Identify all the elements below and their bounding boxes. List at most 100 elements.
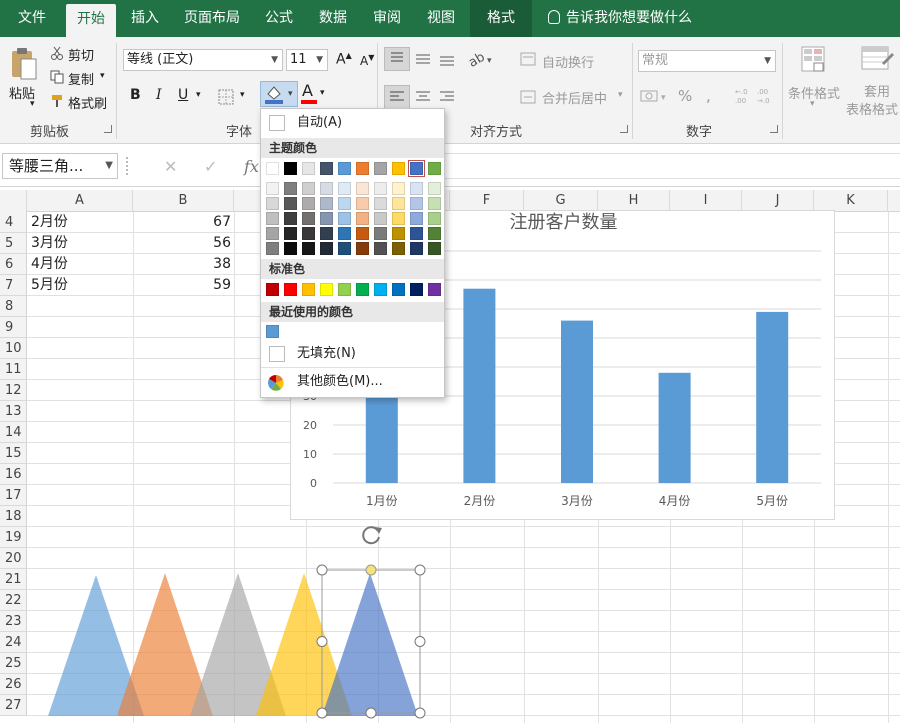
standard-color-swatch[interactable]: [374, 283, 387, 296]
tab-review[interactable]: 审阅: [362, 0, 412, 37]
tab-insert[interactable]: 插入: [120, 0, 170, 37]
fill-color-button[interactable]: ▾: [260, 81, 298, 107]
cell-b4[interactable]: 67: [133, 212, 231, 233]
wrap-text-button[interactable]: 自动换行: [542, 52, 594, 71]
theme-shade-swatch[interactable]: [320, 242, 333, 255]
underline-button[interactable]: U: [178, 87, 188, 103]
bottom-align-icon[interactable]: [436, 49, 458, 73]
left-align-icon[interactable]: [384, 85, 410, 109]
theme-shade-swatch[interactable]: [338, 227, 351, 240]
comma-style-button[interactable]: ,: [706, 87, 711, 105]
row-header-9[interactable]: 9: [0, 317, 27, 338]
row-header-12[interactable]: 12: [0, 380, 27, 401]
column-header-a[interactable]: A: [27, 190, 133, 212]
row-header-20[interactable]: 20: [0, 548, 27, 569]
theme-color-swatch[interactable]: [428, 162, 441, 175]
column-header-b[interactable]: B: [133, 190, 234, 212]
row-header-23[interactable]: 23: [0, 611, 27, 632]
row-header-8[interactable]: 8: [0, 296, 27, 317]
theme-color-swatch[interactable]: [302, 162, 315, 175]
column-header-i[interactable]: I: [670, 190, 742, 212]
row-header-6[interactable]: 6: [0, 254, 27, 275]
name-box[interactable]: 等腰三角... ▼: [2, 153, 118, 179]
row-header-7[interactable]: 7: [0, 275, 27, 296]
theme-shade-swatch[interactable]: [428, 227, 441, 240]
tab-page-layout[interactable]: 页面布局: [174, 0, 250, 37]
tab-file[interactable]: 文件: [4, 0, 60, 37]
theme-shade-swatch[interactable]: [320, 212, 333, 225]
theme-color-swatch[interactable]: [408, 160, 425, 177]
format-painter-button[interactable]: 格式刷: [68, 93, 107, 112]
theme-shade-swatch[interactable]: [428, 242, 441, 255]
standard-color-swatch[interactable]: [392, 283, 405, 296]
theme-color-swatch[interactable]: [338, 162, 351, 175]
standard-color-swatch[interactable]: [428, 283, 441, 296]
theme-color-swatch[interactable]: [392, 162, 405, 175]
row-header-22[interactable]: 22: [0, 590, 27, 611]
top-align-icon[interactable]: [384, 47, 410, 71]
theme-shade-swatch[interactable]: [266, 212, 279, 225]
cell-b6[interactable]: 38: [133, 254, 231, 275]
theme-color-swatch[interactable]: [284, 162, 297, 175]
theme-shade-swatch[interactable]: [428, 212, 441, 225]
bold-button[interactable]: B: [130, 87, 141, 103]
standard-color-swatch[interactable]: [320, 283, 333, 296]
theme-shade-swatch[interactable]: [266, 227, 279, 240]
merge-center-button[interactable]: 合并后居中: [542, 88, 607, 107]
theme-shade-swatch[interactable]: [410, 242, 423, 255]
theme-shade-swatch[interactable]: [374, 182, 387, 195]
column-header-f[interactable]: F: [450, 190, 524, 212]
tab-data[interactable]: 数据: [308, 0, 358, 37]
theme-shade-swatch[interactable]: [338, 197, 351, 210]
shrink-font-button[interactable]: A▼: [360, 53, 374, 68]
column-header-g[interactable]: G: [524, 190, 598, 212]
theme-shade-swatch[interactable]: [410, 227, 423, 240]
cell-b5[interactable]: 56: [133, 233, 231, 254]
insert-function-button[interactable]: fx: [244, 157, 259, 176]
standard-color-swatch[interactable]: [356, 283, 369, 296]
tab-formulas[interactable]: 公式: [254, 0, 304, 37]
theme-shade-swatch[interactable]: [302, 242, 315, 255]
row-header-21[interactable]: 21: [0, 569, 27, 590]
cell-a6[interactable]: 4月份: [31, 254, 68, 275]
theme-color-swatch[interactable]: [266, 162, 279, 175]
tell-me-box[interactable]: 告诉我你想要做什么: [548, 0, 692, 37]
paste-icon[interactable]: [10, 47, 38, 81]
merge-dropdown-icon[interactable]: ▾: [618, 90, 623, 100]
row-header-14[interactable]: 14: [0, 422, 27, 443]
row-header-18[interactable]: 18: [0, 506, 27, 527]
theme-shade-swatch[interactable]: [374, 197, 387, 210]
no-fill-item[interactable]: 无填充(N): [261, 342, 444, 366]
number-launcher-icon[interactable]: [770, 125, 778, 133]
theme-shade-swatch[interactable]: [428, 197, 441, 210]
theme-shade-swatch[interactable]: [392, 197, 405, 210]
theme-shade-swatch[interactable]: [356, 242, 369, 255]
font-size-select[interactable]: 11 ▼: [286, 49, 328, 71]
theme-shade-swatch[interactable]: [374, 242, 387, 255]
alignment-launcher-icon[interactable]: [620, 125, 628, 133]
column-header-h[interactable]: H: [598, 190, 670, 212]
enter-button[interactable]: ✓: [204, 157, 217, 176]
number-format-select[interactable]: 常规 ▼: [638, 50, 776, 72]
grow-font-button[interactable]: A▲: [336, 51, 352, 68]
currency-icon[interactable]: ▾: [640, 87, 670, 109]
theme-shade-swatch[interactable]: [284, 227, 297, 240]
italic-button[interactable]: I: [156, 87, 162, 103]
automatic-color-item[interactable]: 自动(A): [261, 111, 444, 135]
standard-color-swatch[interactable]: [302, 283, 315, 296]
font-name-select[interactable]: 等线 (正文) ▼: [123, 49, 283, 71]
format-as-table-label-1[interactable]: 套用: [864, 81, 890, 100]
theme-shade-swatch[interactable]: [428, 182, 441, 195]
column-header-k[interactable]: K: [814, 190, 888, 212]
clipboard-launcher-icon[interactable]: [104, 125, 112, 133]
theme-shade-swatch[interactable]: [302, 182, 315, 195]
cell-a5[interactable]: 3月份: [31, 233, 68, 254]
theme-shade-swatch[interactable]: [410, 197, 423, 210]
row-header-19[interactable]: 19: [0, 527, 27, 548]
conditional-dropdown-icon[interactable]: ▾: [810, 99, 815, 109]
theme-shade-swatch[interactable]: [392, 242, 405, 255]
select-all-corner[interactable]: [0, 190, 27, 212]
theme-shade-swatch[interactable]: [356, 227, 369, 240]
theme-shade-swatch[interactable]: [374, 227, 387, 240]
theme-shade-swatch[interactable]: [392, 182, 405, 195]
